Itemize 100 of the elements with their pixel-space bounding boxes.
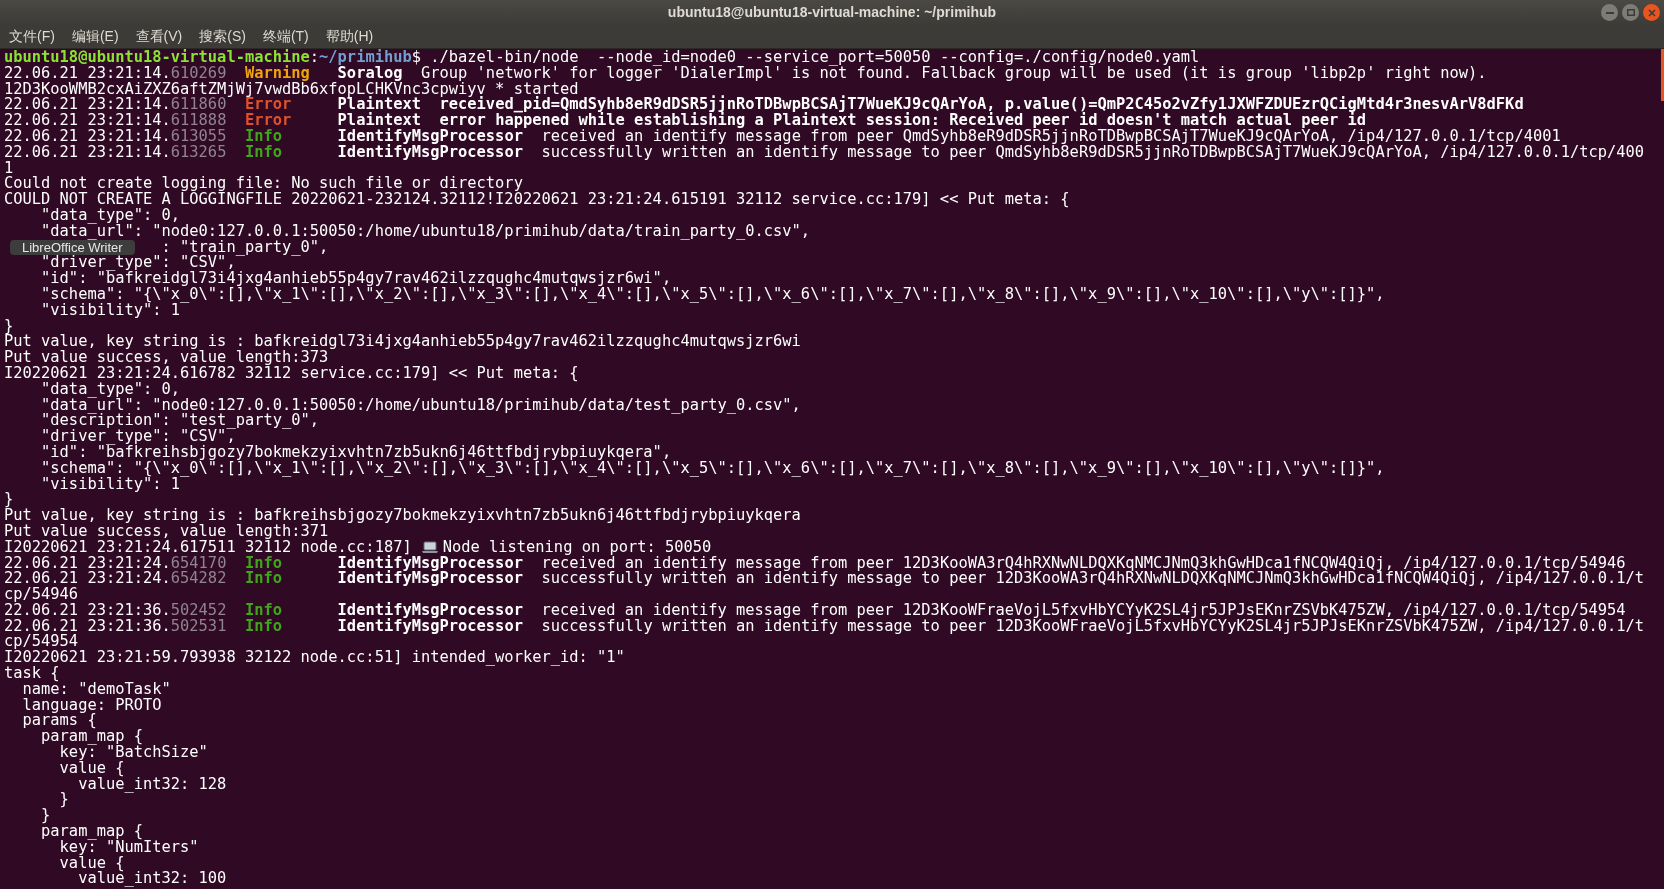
minimize-button[interactable] <box>1601 4 1618 21</box>
terminal-line: language: PROTO <box>21 697 162 714</box>
minimize-icon <box>1605 11 1614 14</box>
close-button[interactable] <box>1643 4 1660 21</box>
log-message: received an identify message from peer 12D3KooWA3rQ4hRXNwNLDQXKqNMCJNmQ3khGwHDca1fNCQW4QiQj, /ip4/127.0.0.1/tcp/54946 <box>541 555 1626 572</box>
timestamp-micros: 654282 <box>170 571 227 588</box>
log-level: Info <box>244 144 283 161</box>
menu-item[interactable]: 查看(V) <box>132 26 186 47</box>
log-message: successfully written an identify message to peer 12D3KooWFraeVojL5fxvHbYCYyK2SL4jr5JPJsEKnrZSVbK475ZW, /ip4/127.0.0.1/t <box>541 618 1645 635</box>
timestamp: 22.06.21 23:21:36. <box>4 602 171 619</box>
timestamp-micros: 502452 <box>170 602 227 619</box>
menu-item[interactable]: 帮助(H) <box>322 26 377 47</box>
timestamp: 22.06.21 23:21:14. <box>4 129 171 145</box>
timestamp: 22.06.21 23:21:14. <box>4 113 171 129</box>
terminal-line: cp/54954 <box>4 634 79 651</box>
terminal-line: "description": "test_party_0", <box>40 413 320 430</box>
terminal-line: value_int32: 100 <box>77 871 227 888</box>
terminal-line: } <box>4 318 14 335</box>
log-source: Soralog <box>337 65 403 82</box>
log-message: received an identify message from peer 12D3KooWFraeVojL5fxvHbYCYyK2SL4jr5JPJsEKnrZSVbK475ZW, /ip4/127.0.0.1/tcp/54954 <box>541 602 1626 619</box>
timestamp-micros: 654170 <box>170 555 227 572</box>
terminal-line: name: "demoTask" <box>21 681 171 698</box>
menu-item[interactable]: 编辑(E) <box>68 26 122 47</box>
terminal-line: } <box>40 808 51 825</box>
log-message: successfully written an identify message to peer 12D3KooWA3rQ4hRXNwNLDQXKqNMCJNmQ3khGwHDca1fNCQW4QiQj, /ip4/127.0.0.1/t <box>541 571 1645 588</box>
terminal-line: param_map { <box>40 824 143 840</box>
timestamp: 22.06.21 23:21:14. <box>4 144 171 161</box>
timestamp-micros: 502531 <box>170 618 227 635</box>
timestamp-micros: 611888 <box>170 113 227 129</box>
timestamp: 22.06.21 23:21:36. <box>4 618 171 635</box>
terminal-line: "schema": "{\"x_0\":[],\"x_1\":[],\"x_2\":[],\"x_3\":[],\"x_4\":[],\"x_5\":[],\"x_6\":[],\"x_7\":[],\"x_8\":[],\"x_9\":[],\"x_10\":[],\"y\":[]}", <box>40 286 1385 303</box>
close-icon <box>1647 8 1656 17</box>
terminal-line: Put value success, value length:373 <box>4 350 329 366</box>
timestamp: 22.06.21 23:21:14. <box>4 65 171 82</box>
laptop-icon <box>420 541 439 555</box>
terminal-line: "schema": "{\"x_0\":[],\"x_1\":[],\"x_2\":[],\"x_3\":[],\"x_4\":[],\"x_5\":[],\"x_6\":[],\"x_7\":[],\"x_8\":[],\"x_9\":[],\"x_10\":[],\"y\":[]}", <box>40 460 1385 477</box>
terminal-line: Put value, key string is : bafkreihsbjgozy7bokmekzyixvhtn7zb5ukn6j46ttfbdjrybpiuykqera <box>4 508 801 524</box>
prompt-path: ~/primihub <box>319 50 412 66</box>
timestamp: 22.06.21 23:21:24. <box>4 555 171 572</box>
log-level: Info <box>244 602 283 619</box>
log-source: IdentifyMsgProcessor <box>337 618 523 635</box>
menu-item[interactable]: 搜索(S) <box>196 26 249 47</box>
terminal-line: "data_type": 0, <box>40 207 181 224</box>
log-level: Warning <box>244 65 310 82</box>
timestamp-micros: 610269 <box>170 65 227 82</box>
log-level: Info <box>244 618 283 635</box>
terminal-line: COULD NOT CREATE A LOGGINGFILE 20220621-232124.32112!I20220621 23:21:24.615191 32112 service.cc:179] << Put meta: { <box>4 192 1070 208</box>
terminal-line: "data_url": "node0:127.0.0.1:50050:/home/ubuntu18/primihub/data/train_party_0.csv", <box>40 223 811 240</box>
terminal-line: "visibility": 1 <box>40 302 181 319</box>
timestamp: 22.06.21 23:21:14. <box>4 97 171 114</box>
log-source: Plaintext <box>337 113 421 129</box>
terminal-line: cp/54946 <box>4 587 79 603</box>
prompt-separator: : <box>309 50 320 66</box>
terminal-line: "id": "bafkreihsbjgozy7bokmekzyixvhtn7zb5ukn6j46ttfbdjrybpiuykqera", <box>40 444 672 461</box>
terminal-line: params { <box>21 713 97 730</box>
terminal-line: Put value, key string is : bafkreidgl73i4jxg4anhieb55p4gy7rav462ilzzqughc4mutqwsjzr6wi <box>4 334 801 351</box>
terminal-line: param_map { <box>41 729 143 746</box>
scrollbar-thumb <box>1661 49 1664 101</box>
log-source: IdentifyMsgProcessor <box>337 555 523 572</box>
timestamp: 22.06.21 23:21:24. <box>4 571 171 588</box>
terminal-line: } <box>4 492 14 509</box>
terminal-line: } <box>58 792 69 809</box>
terminal-line: I20220621 23:21:59.793938 32122 node.cc:51] intended_worker_id: "1" <box>4 650 625 667</box>
log-level: Info <box>244 129 283 145</box>
terminal-line: Node listening on port: 50050 <box>442 539 712 556</box>
terminal-line: I20220621 23:21:24.616782 32112 service.cc:179] << Put meta: { <box>4 365 579 382</box>
terminal-line: "driver_type": "CSV", <box>40 429 236 445</box>
tooltip: LibreOffice Writer <box>10 240 135 255</box>
terminal-line: "visibility": 1 <box>40 476 181 493</box>
menu-item[interactable]: 终端(T) <box>259 26 312 47</box>
menu-item[interactable]: 文件(F) <box>6 26 58 47</box>
log-message: received an identify message from peer QmdSyhb8eR9dDSR5jjnRoTDBwpBCSAjT7WueKJ9cQArYoA, /ip4/127.0.0.1/tcp/4001 <box>541 129 1561 145</box>
terminal-line: key: "NumIters" <box>59 839 199 856</box>
log-message: Group 'network' for logger 'DialerImpl' is not found. Fallback group will be used (it is group 'libp2p' right now). <box>421 65 1487 82</box>
log-source: IdentifyMsgProcessor <box>337 571 523 588</box>
log-source: IdentifyMsgProcessor <box>337 602 523 619</box>
log-level: Info <box>244 555 283 572</box>
terminal-line: key: "BatchSize" <box>59 745 208 761</box>
terminal-line: task { <box>4 666 60 682</box>
timestamp-micros: 613055 <box>170 129 227 145</box>
terminal-line: "driver_type": "CSV", <box>40 255 236 272</box>
terminal-line: value { <box>58 855 125 872</box>
command-text: $ ./bazel-bin/node --node_id=node0 --service_port=50050 --config=./config/node0.yaml <box>411 50 1200 66</box>
maximize-icon <box>1626 9 1635 16</box>
window-title: ubuntu18@ubuntu18-virtual-machine: ~/primihub <box>667 3 997 22</box>
terminal-line: value { <box>58 760 125 777</box>
terminal-line: I20220621 23:21:24.617511 32112 node.cc:187] <box>4 539 412 556</box>
timestamp-micros: 613265 <box>170 144 227 161</box>
timestamp-micros: 611860 <box>170 97 227 114</box>
log-level: Info <box>244 571 283 588</box>
terminal-line: 1 <box>4 160 14 177</box>
terminal-line: value_int32: 128 <box>77 776 227 793</box>
log-message: error happened while establishing a Plaintext session: Received peer id doesn't match actual peer id <box>439 113 1367 129</box>
terminal-line: Put value success, value length:371 <box>4 523 329 540</box>
log-level: Error <box>244 97 292 114</box>
terminal-line: "id": "bafkreidgl73i4jxg4anhieb55p4gy7rav462ilzzqughc4mutqwsjzr6wi", <box>40 271 672 287</box>
log-message: successfully written an identify message to peer QmdSyhb8eR9dDSR5jjnRoTDBwpBCSAjT7WueKJ9cQArYoA, /ip4/127.0.0.1/tcp/400 <box>541 144 1645 161</box>
log-level: Error <box>244 113 293 129</box>
maximize-button[interactable] <box>1622 4 1639 21</box>
terminal-line: : "train_party_0", <box>161 239 329 256</box>
